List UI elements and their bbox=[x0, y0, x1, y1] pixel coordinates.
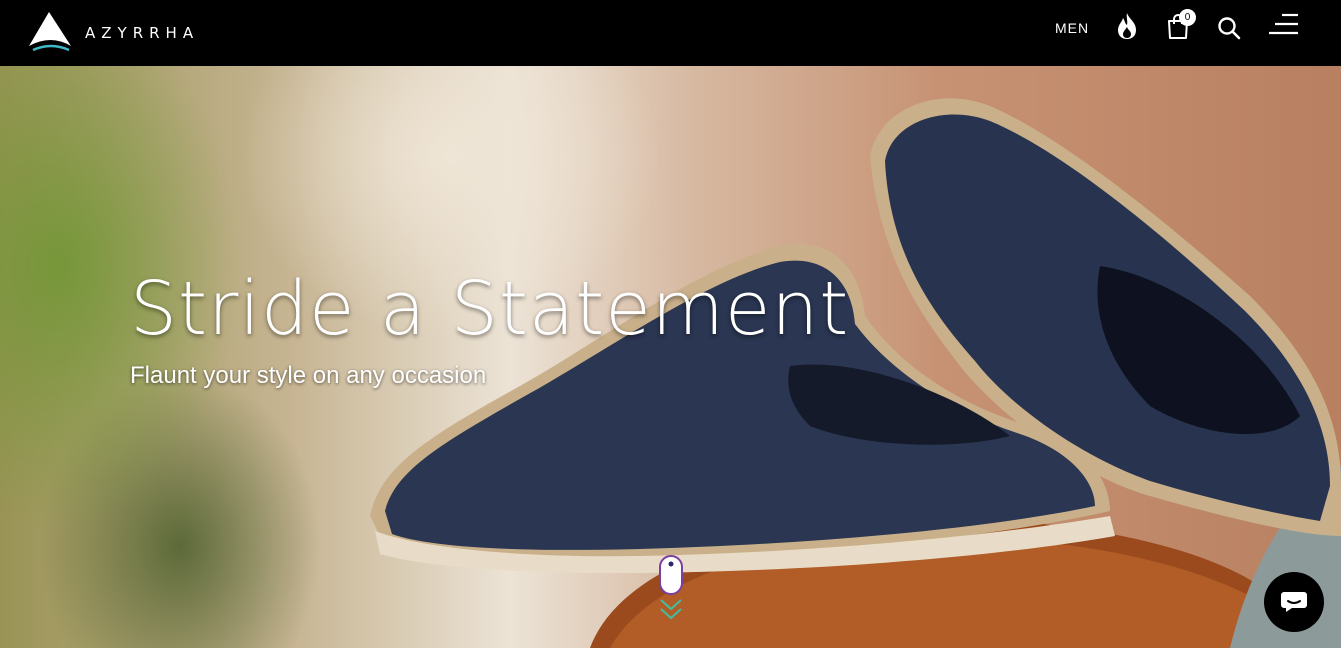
chat-icon bbox=[1281, 592, 1307, 612]
cart-count-badge: 0 bbox=[1179, 9, 1196, 26]
nav-men-link[interactable]: MEN bbox=[1055, 20, 1089, 36]
top-navigation-bar: AZYRRHA MEN 0 bbox=[0, 0, 1341, 66]
search-icon[interactable] bbox=[1217, 16, 1241, 40]
fire-icon[interactable] bbox=[1114, 12, 1140, 40]
logo-mark-icon bbox=[29, 12, 71, 52]
hero-banner: Stride a Statement Flaunt your style on … bbox=[0, 66, 1341, 648]
hero-subline: Flaunt your style on any occasion bbox=[130, 362, 487, 389]
chat-button[interactable] bbox=[1264, 572, 1324, 632]
scroll-down-indicator[interactable] bbox=[658, 554, 684, 624]
hero-headline: Stride a Statement bbox=[130, 266, 850, 352]
menu-icon[interactable] bbox=[1268, 13, 1300, 37]
brand-name: AZYRRHA bbox=[85, 24, 200, 42]
brand-logo[interactable]: AZYRRHA bbox=[27, 10, 227, 56]
